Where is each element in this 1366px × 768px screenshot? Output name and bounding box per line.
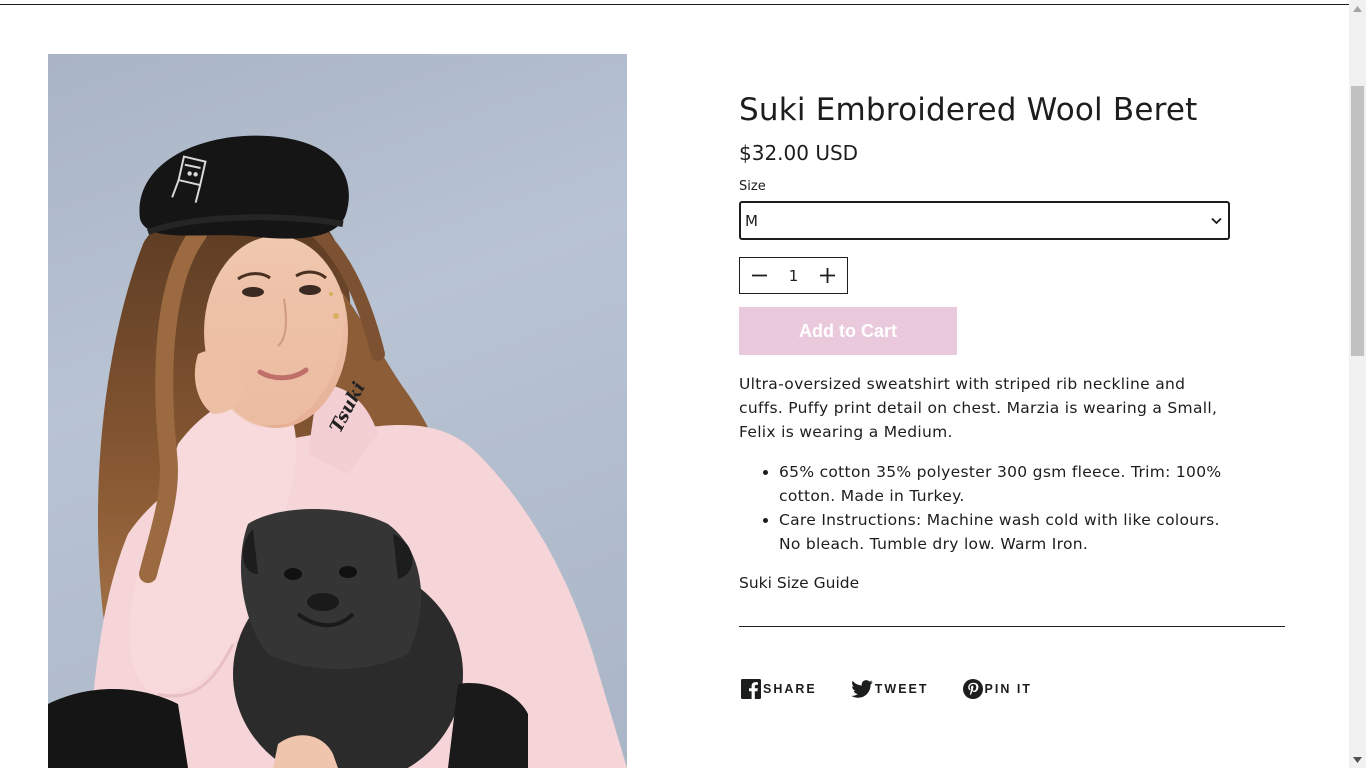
description-text: Ultra-oversized sweatshirt with striped …: [739, 375, 1218, 441]
product-photo-illustration: Tsuki: [48, 135, 627, 768]
scroll-thumb[interactable]: [1351, 86, 1364, 356]
pinterest-icon: [962, 679, 983, 699]
minus-icon[interactable]: [752, 268, 767, 283]
list-item: Care Instructions: Machine wash cold wit…: [779, 508, 1229, 556]
product-title: Suki Embroidered Wool Beret: [739, 92, 1198, 128]
chevron-down-icon: [1211, 217, 1222, 224]
scroll-down-icon: [1353, 756, 1362, 763]
details-list: 65% cotton 35% polyester 300 gsm fleece.…: [739, 460, 1229, 556]
product-image[interactable]: Tsuki: [48, 54, 627, 768]
list-item: 65% cotton 35% polyester 300 gsm fleece.…: [779, 460, 1229, 508]
share-pinterest-button[interactable]: PIN IT: [962, 679, 1032, 699]
size-label: Size: [739, 179, 766, 194]
size-guide-link[interactable]: Suki Size Guide: [739, 571, 1285, 595]
header-divider: [0, 0, 1349, 5]
share-twitter-button[interactable]: TWEET: [850, 680, 929, 698]
product-description: Ultra-oversized sweatshirt with striped …: [739, 372, 1229, 556]
scroll-up-icon: [1353, 5, 1362, 12]
share-twitter-label: TWEET: [874, 682, 929, 696]
share-facebook-button[interactable]: SHARE: [741, 679, 817, 699]
page-scrollbar[interactable]: [1349, 0, 1366, 768]
scroll-up-arrow[interactable]: [1349, 0, 1366, 17]
twitter-icon: [850, 680, 873, 698]
quantity-value[interactable]: 1: [789, 267, 799, 285]
facebook-icon: [741, 679, 761, 699]
scroll-down-arrow[interactable]: [1349, 751, 1366, 768]
product-price: $32.00 USD: [739, 141, 859, 165]
share-pinterest-label: PIN IT: [984, 682, 1032, 696]
plus-icon[interactable]: [819, 268, 835, 283]
add-to-cart-button[interactable]: Add to Cart: [739, 307, 957, 355]
social-share: SHARE TWEET PIN IT: [741, 679, 1285, 699]
quantity-stepper[interactable]: 1: [739, 257, 848, 294]
share-facebook-label: SHARE: [763, 682, 817, 696]
size-select[interactable]: M: [739, 201, 1230, 240]
size-select-value: M: [745, 211, 758, 230]
product-info: Suki Embroidered Wool Beret $32.00 USD S…: [739, 88, 1285, 699]
section-divider: [739, 626, 1285, 627]
